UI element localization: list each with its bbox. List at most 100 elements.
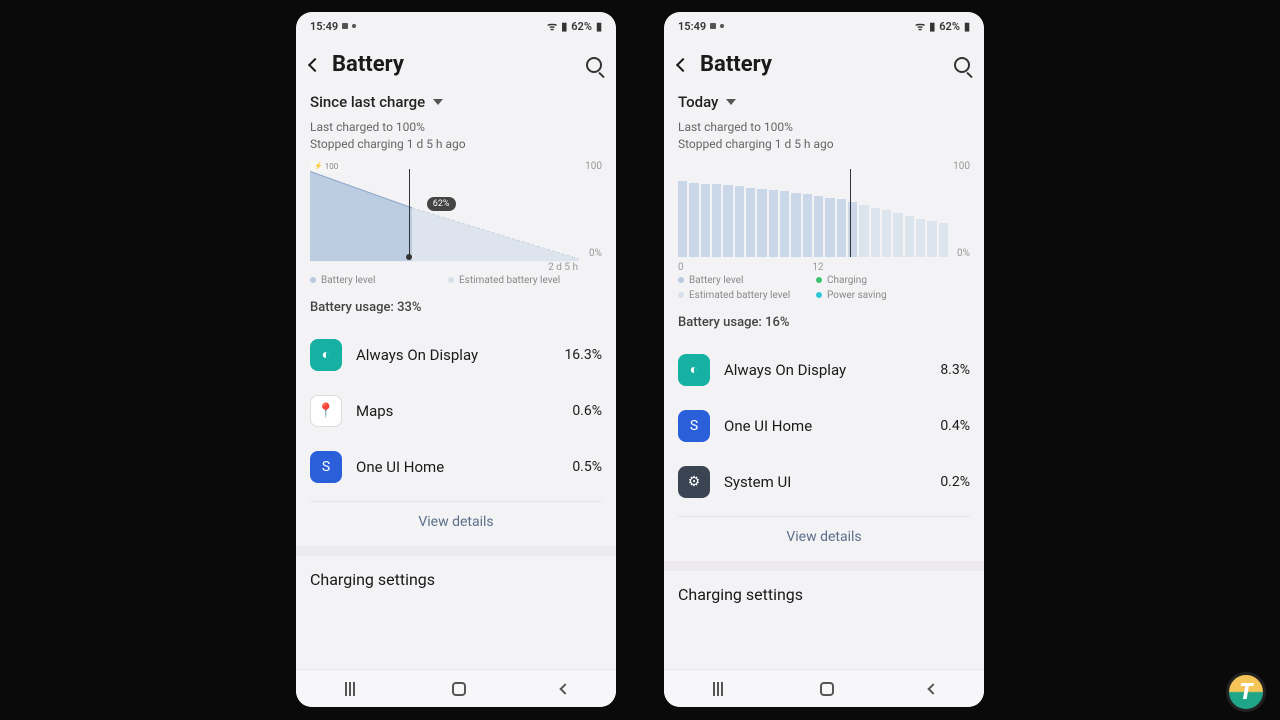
app-name: One UI Home (356, 458, 558, 476)
nav-back-button[interactable] (559, 683, 570, 694)
chart-legend: Battery level Charging Estimated battery l… (678, 275, 970, 301)
bar (837, 199, 846, 256)
y-axis-top: 100 (953, 161, 970, 172)
app-usage-row[interactable]: ⚙System UI0.2% (678, 454, 970, 510)
legend-label: Charging (827, 275, 867, 286)
app-icon: ⚙ (678, 466, 710, 498)
nav-bar (296, 669, 616, 707)
back-button[interactable] (676, 57, 690, 71)
app-percentage: 0.4% (940, 418, 970, 434)
dropdown-label: Today (678, 93, 718, 111)
search-button[interactable] (954, 57, 970, 73)
legend-item: Estimated battery level (448, 275, 568, 286)
header: Battery (296, 40, 616, 93)
signal-icon: ▮ (561, 20, 567, 33)
bar (723, 185, 732, 256)
legend-label: Power saving (827, 290, 887, 301)
watermark-logo: T (1226, 672, 1266, 712)
y-axis-bot: 0% (957, 248, 970, 259)
legend-label: Estimated battery level (459, 275, 560, 286)
app-percentage: 0.6% (572, 403, 602, 419)
bar (701, 184, 710, 257)
wifi-icon: ᯤ (547, 19, 557, 34)
bar (780, 191, 789, 257)
nav-recent-button[interactable] (349, 682, 351, 696)
app-percentage: 0.5% (572, 459, 602, 475)
section-divider (664, 561, 984, 571)
app-percentage: 16.3% (564, 347, 602, 363)
status-battery-pct: 62% (939, 20, 960, 33)
status-battery-pct: 62% (571, 20, 592, 33)
usage-title: Battery usage: 16% (678, 315, 970, 330)
bar (689, 183, 698, 257)
bar (871, 208, 880, 257)
page-title: Battery (700, 52, 942, 77)
notif-icon-2 (720, 24, 724, 28)
view-details-button[interactable]: View details (678, 516, 970, 561)
page-title: Battery (332, 52, 574, 77)
app-icon: ◐ (678, 354, 710, 386)
nav-home-button[interactable] (452, 682, 466, 696)
app-icon: S (310, 451, 342, 483)
app-usage-row[interactable]: S One UI Home 0.5% (310, 439, 602, 495)
y-axis-top: 100 (585, 161, 602, 172)
x-axis-12: 12 (812, 262, 823, 273)
battery-icon: ▮ (596, 20, 602, 33)
time-range-dropdown[interactable]: Today (678, 93, 970, 111)
legend-label: Battery level (689, 275, 743, 286)
battery-chart[interactable]: ⚡ 100 62% 100 0% 2 d 5 h (310, 161, 602, 271)
app-percentage: 8.3% (940, 362, 970, 378)
bar (825, 198, 834, 257)
phone-right: 15:49 ᯤ ▮ 62% ▮ Battery Today Last charg… (664, 12, 984, 707)
nav-home-button[interactable] (820, 682, 834, 696)
chevron-down-icon (726, 99, 736, 105)
app-percentage: 0.2% (940, 474, 970, 490)
bar (791, 193, 800, 257)
legend-dot-icon (678, 292, 684, 298)
charging-settings-row[interactable]: Charging settings (678, 571, 970, 618)
app-name: Maps (356, 402, 558, 420)
bar (927, 221, 936, 256)
signal-icon: ▮ (929, 20, 935, 33)
legend-label: Estimated battery level (689, 290, 790, 301)
legend-item: Battery level (678, 275, 798, 286)
notif-icon-2 (352, 24, 356, 28)
app-usage-row[interactable]: ◐Always On Display16.3% (310, 327, 602, 383)
bar (814, 196, 823, 256)
app-usage-row[interactable]: SOne UI Home0.4% (678, 398, 970, 454)
battery-icon: ▮ (964, 20, 970, 33)
bar (893, 213, 902, 257)
charging-settings-row[interactable]: Charging settings (310, 556, 602, 603)
now-marker (850, 169, 851, 257)
section-divider (296, 546, 616, 556)
legend-dot-icon (678, 277, 684, 283)
legend-label: Battery level (321, 275, 375, 286)
app-usage-row[interactable]: 📍Maps0.6% (310, 383, 602, 439)
bar (939, 223, 948, 257)
legend-item: Battery level (310, 275, 430, 286)
nav-recent-button[interactable] (717, 682, 719, 696)
back-button[interactable] (308, 57, 322, 71)
nav-back-button[interactable] (927, 683, 938, 694)
current-level-bubble: 62% (427, 197, 456, 211)
app-usage-row[interactable]: ◐ Always On Display 8.3% (678, 342, 970, 398)
header: Battery (664, 40, 984, 93)
bar (757, 189, 766, 256)
chevron-down-icon (433, 99, 443, 105)
legend-dot-icon (310, 277, 316, 283)
wifi-icon: ᯤ (915, 19, 925, 34)
status-time: 15:49 (678, 20, 706, 33)
status-time: 15:49 (310, 20, 338, 33)
battery-chart[interactable]: 100 0% 0 12 (678, 161, 970, 271)
nav-bar (664, 669, 984, 707)
app-icon: ◐ (310, 339, 342, 371)
charge-info: Last charged to 100% Stopped charging 1 … (310, 119, 602, 153)
app-name: Always On Display (724, 361, 926, 379)
bar (916, 219, 925, 257)
search-button[interactable] (586, 57, 602, 73)
bar (859, 205, 868, 257)
bar (882, 210, 891, 256)
bar (905, 216, 914, 256)
time-range-dropdown[interactable]: Since last charge (310, 93, 602, 111)
view-details-button[interactable]: View details (310, 501, 602, 546)
